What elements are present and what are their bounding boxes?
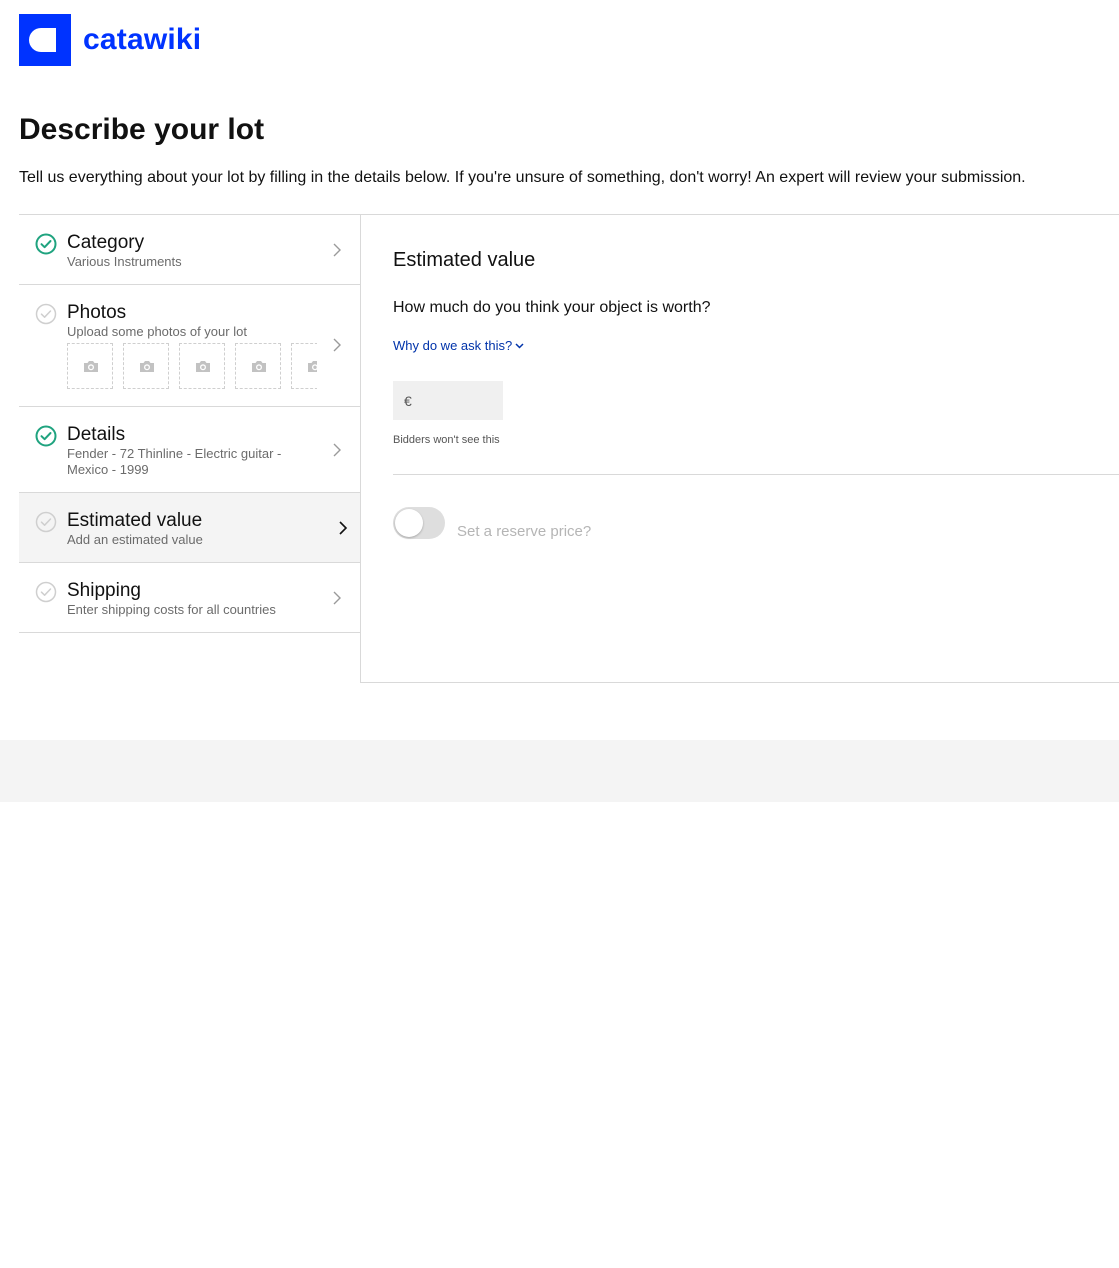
catawiki-logo-icon[interactable] xyxy=(19,14,71,66)
page-intro: Tell us everything about your lot by fil… xyxy=(19,169,1026,186)
step-photos[interactable]: Photos Upload some photos of your lot xyxy=(19,285,360,407)
check-circle-icon xyxy=(35,425,57,447)
photo-slot[interactable] xyxy=(179,343,225,389)
camera-icon xyxy=(84,361,98,372)
value-question: How much do you think your object is wor… xyxy=(393,299,711,316)
step-details-subtitle-line2: Mexico - 1999 xyxy=(67,462,149,477)
panel-top-border xyxy=(360,214,1119,215)
divider xyxy=(393,474,1119,475)
chevron-right-icon xyxy=(333,443,341,457)
reserve-price-toggle[interactable] xyxy=(393,507,445,539)
step-shipping-subtitle: Enter shipping costs for all countries xyxy=(67,602,276,617)
value-hint: Bidders won't see this xyxy=(393,434,500,446)
check-circle-outline-icon xyxy=(35,581,57,603)
step-estimated-value[interactable]: Estimated value Add an estimated value xyxy=(19,493,360,563)
why-do-we-ask-link[interactable]: Why do we ask this? xyxy=(393,338,524,353)
step-details-title: Details xyxy=(67,424,126,445)
camera-icon xyxy=(140,361,154,372)
photo-slot[interactable] xyxy=(291,343,317,389)
steps-nav: Category Various Instruments Photos Uplo… xyxy=(19,214,360,633)
check-circle-outline-icon xyxy=(35,511,57,533)
step-photos-subtitle: Upload some photos of your lot xyxy=(67,324,247,339)
chevron-right-icon xyxy=(333,591,341,605)
step-category-title: Category xyxy=(67,232,145,253)
photo-slots xyxy=(67,343,317,391)
camera-icon xyxy=(252,361,266,372)
page-title: Describe your lot xyxy=(19,113,265,146)
reserve-price-label: Set a reserve price? xyxy=(457,523,592,540)
section-title: Estimated value xyxy=(393,249,536,271)
chevron-right-icon xyxy=(333,243,341,257)
logo-text[interactable]: catawiki xyxy=(83,23,201,57)
photo-slot[interactable] xyxy=(67,343,113,389)
panel-bottom-border xyxy=(360,682,1119,683)
step-details-subtitle-line1: Fender - 72 Thinline - Electric guitar - xyxy=(67,446,282,461)
estimated-value-field[interactable]: € xyxy=(393,381,503,422)
header: catawiki xyxy=(19,14,201,66)
step-category-subtitle: Various Instruments xyxy=(67,254,182,269)
camera-icon xyxy=(196,361,210,372)
step-shipping-title: Shipping xyxy=(67,580,141,601)
step-details[interactable]: Details Fender - 72 Thinline - Electric … xyxy=(19,407,360,493)
why-do-we-ask-label: Why do we ask this? xyxy=(393,338,513,353)
check-circle-outline-icon xyxy=(35,303,57,325)
footer xyxy=(0,740,1119,802)
camera-icon xyxy=(308,361,317,372)
photo-slot[interactable] xyxy=(123,343,169,389)
chevron-right-icon xyxy=(339,521,348,535)
step-estimated-value-title: Estimated value xyxy=(67,510,203,531)
step-photos-title: Photos xyxy=(67,302,127,323)
toggle-knob xyxy=(395,509,423,537)
chevron-down-icon xyxy=(515,342,524,349)
currency-symbol: € xyxy=(404,392,412,409)
panel-left-border xyxy=(360,214,361,683)
chevron-right-icon xyxy=(333,338,341,352)
check-circle-icon xyxy=(35,233,57,255)
estimated-value-input[interactable] xyxy=(417,381,503,422)
step-category[interactable]: Category Various Instruments xyxy=(19,215,360,285)
step-shipping[interactable]: Shipping Enter shipping costs for all co… xyxy=(19,563,360,633)
step-estimated-value-subtitle: Add an estimated value xyxy=(67,532,203,547)
photo-slot[interactable] xyxy=(235,343,281,389)
